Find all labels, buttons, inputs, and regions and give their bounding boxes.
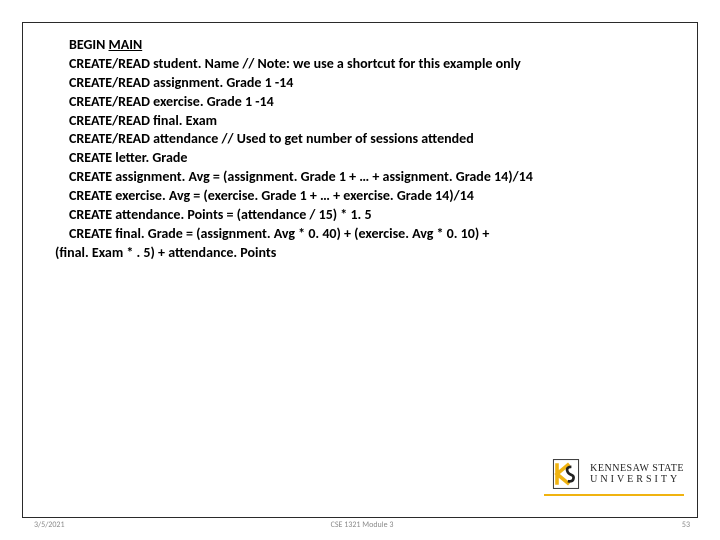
logo-line2: UNIVERSITY (590, 475, 684, 485)
code-line: CREATE assignment. Avg = (assignment. Gr… (55, 168, 680, 187)
code-line: BEGIN MAIN (55, 36, 680, 55)
code-line: CREATE letter. Grade (55, 149, 680, 168)
code-line: CREATE/READ student. Name // Note: we us… (55, 55, 680, 74)
logo-underline (544, 494, 684, 496)
logo-line1: KENNESAW STATE (590, 464, 684, 474)
pseudocode-block: BEGIN MAIN CREATE/READ student. Name // … (55, 36, 680, 263)
footer-date: 3/5/2021 (34, 520, 65, 530)
code-line: CREATE exercise. Avg = (exercise. Grade … (55, 187, 680, 206)
code-line: CREATE/READ attendance // Used to get nu… (55, 130, 680, 149)
ksu-logo-icon (548, 456, 584, 492)
code-line: CREATE final. Grade = (assignment. Avg *… (55, 225, 680, 244)
code-line: CREATE/READ assignment. Grade 1 -14 (55, 74, 680, 93)
footer: 3/5/2021 CSE 1321 Module 3 53 (26, 520, 698, 530)
code-line: (final. Exam * . 5) + attendance. Points (55, 244, 680, 263)
code-line: CREATE/READ exercise. Grade 1 -14 (55, 93, 680, 112)
code-line: CREATE attendance. Points = (attendance … (55, 206, 680, 225)
keyword-begin: BEGIN (69, 36, 109, 53)
footer-page: 53 (682, 520, 690, 530)
university-logo: KENNESAW STATE UNIVERSITY (548, 456, 684, 492)
footer-course: CSE 1321 Module 3 (331, 520, 394, 530)
logo-text: KENNESAW STATE UNIVERSITY (590, 464, 684, 485)
keyword-main: MAIN (109, 36, 143, 53)
code-line: CREATE/READ final. Exam (55, 112, 680, 131)
